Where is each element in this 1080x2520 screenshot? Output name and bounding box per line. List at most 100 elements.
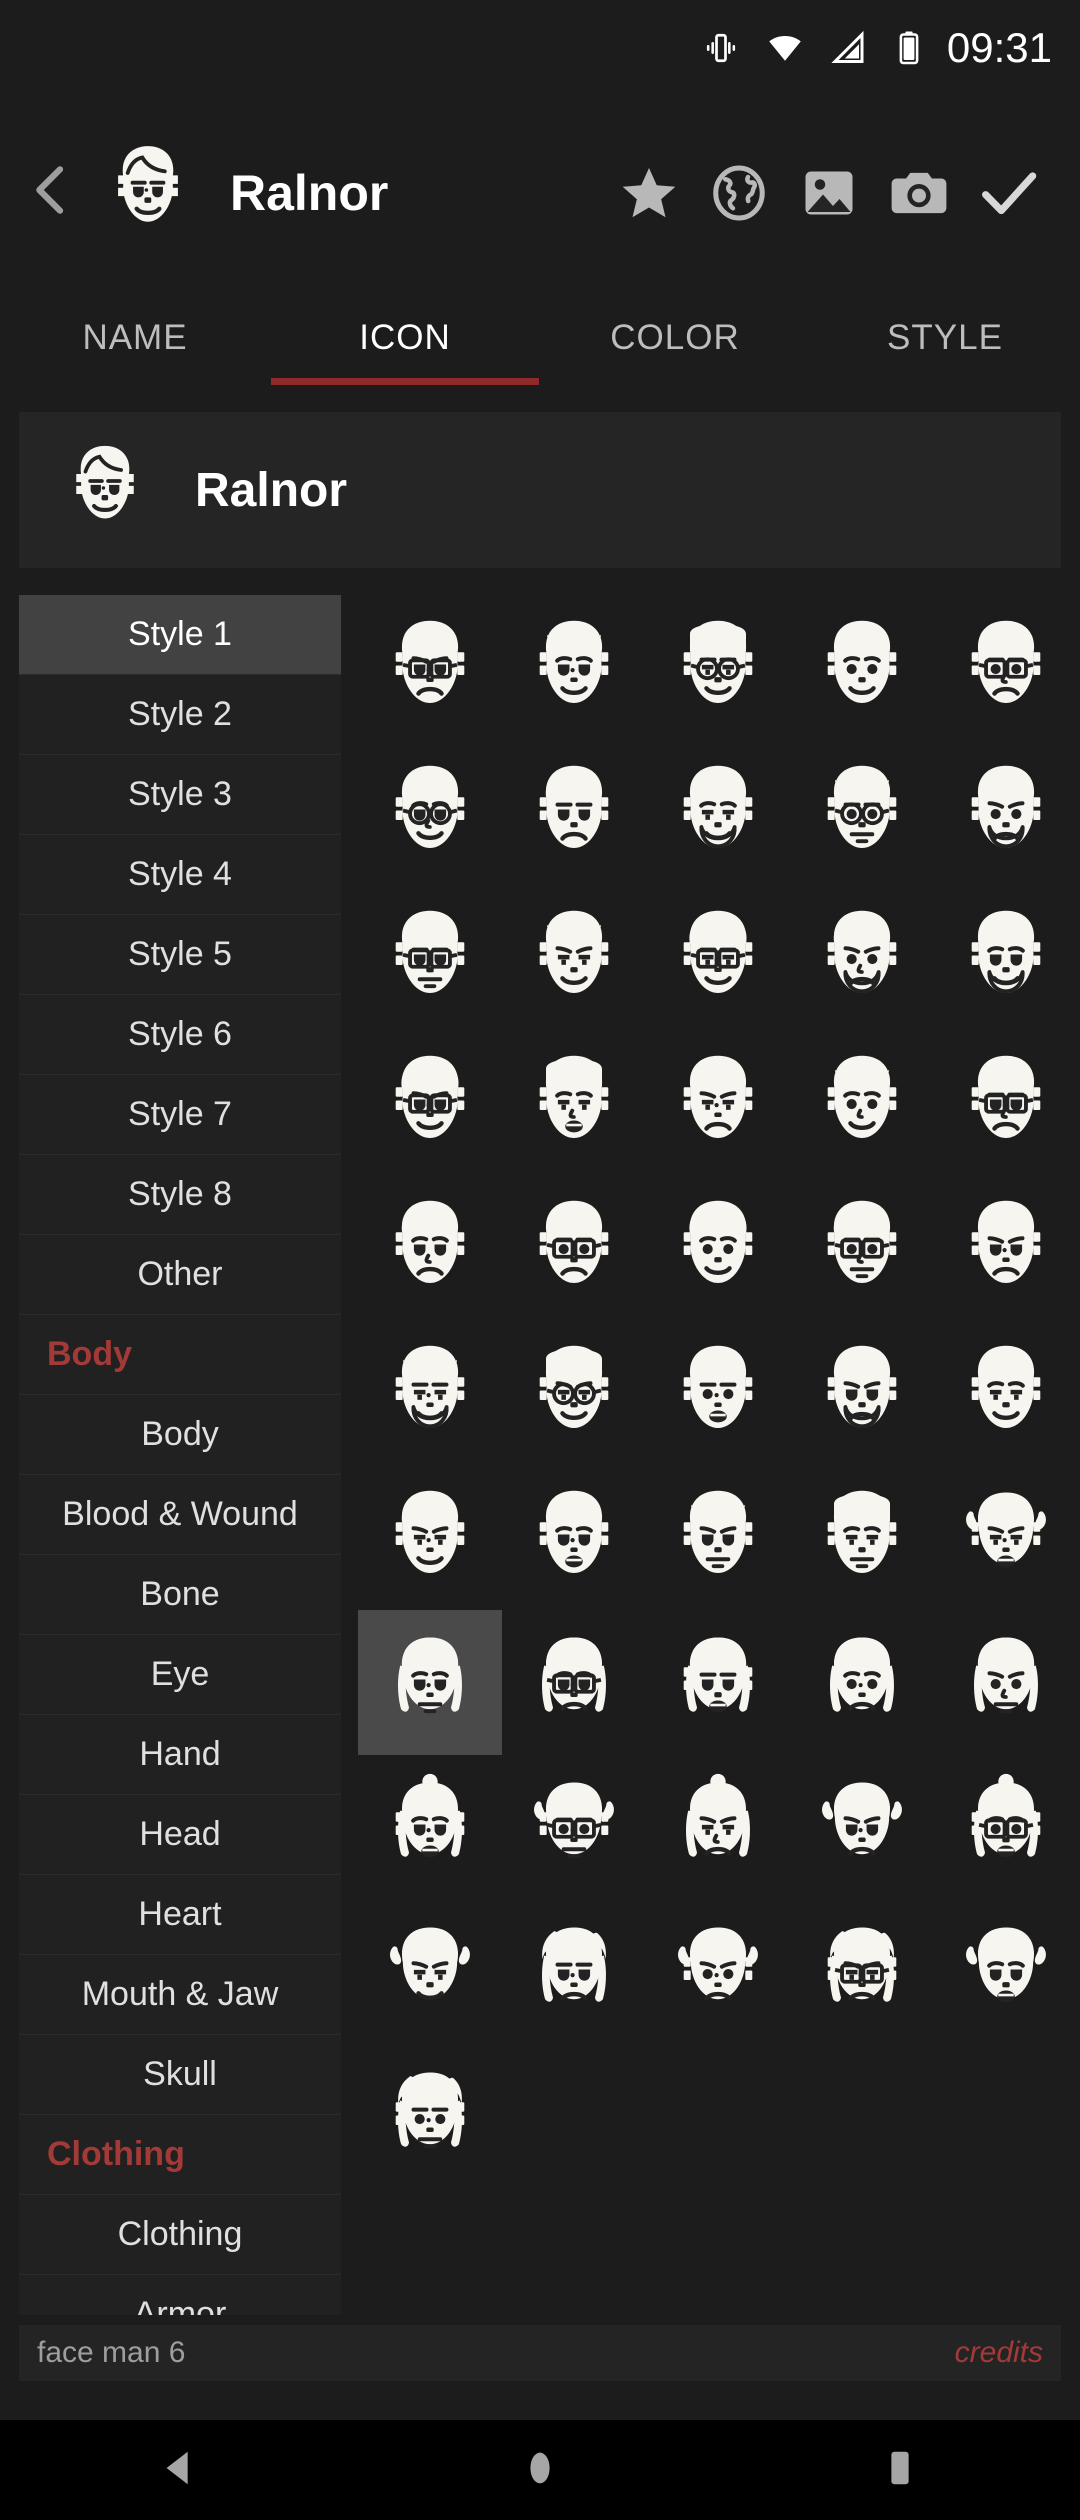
icon-cell-face-man-6b-icon[interactable] xyxy=(358,740,502,885)
sidebar-item-style-3[interactable]: Style 3 xyxy=(19,755,341,835)
icon-cell-face-woman-1-icon[interactable] xyxy=(934,1465,1078,1610)
sidebar-item-style-6[interactable]: Style 6 xyxy=(19,995,341,1075)
credits-link[interactable]: credits xyxy=(955,2336,1043,2370)
icon-cell-face-woman-3-icon[interactable] xyxy=(502,1610,646,1755)
tab-color[interactable]: COLOR xyxy=(540,290,810,385)
sidebar-item-clothing[interactable]: Clothing xyxy=(19,2195,341,2275)
nav-recents-button[interactable] xyxy=(840,2420,960,2520)
icon-cell-face-man-30-icon[interactable] xyxy=(934,1320,1078,1465)
icon-cell-face-woman-4-icon[interactable] xyxy=(646,1610,790,1755)
app-screen: 09:31 Ralnor NAME ICON COLOR STYLE Ralno… xyxy=(0,0,1080,2520)
icon-cell-face-woman-8-icon[interactable] xyxy=(502,1755,646,1900)
icon-cell-face-man-6-icon[interactable] xyxy=(358,1465,502,1610)
sidebar-item-other[interactable]: Other xyxy=(19,1235,341,1315)
confirm-check-icon[interactable] xyxy=(964,148,1054,238)
favorite-star-icon[interactable] xyxy=(604,148,694,238)
sidebar-item-style-5[interactable]: Style 5 xyxy=(19,915,341,995)
icon-grid xyxy=(356,595,1080,2190)
icon-cell-face-man-24-icon[interactable] xyxy=(790,1175,934,1320)
tab-icon[interactable]: ICON xyxy=(270,290,540,385)
icon-cell-face-man-10-icon[interactable] xyxy=(934,740,1078,885)
sidebar-item-eye[interactable]: Eye xyxy=(19,1635,341,1715)
sidebar-item-style-4[interactable]: Style 4 xyxy=(19,835,341,915)
sidebar-item-style-1[interactable]: Style 1 xyxy=(19,595,341,675)
icon-cell-face-man-17-icon[interactable] xyxy=(502,1030,646,1175)
icon-cell-face-woman-5-icon[interactable] xyxy=(790,1610,934,1755)
sidebar-item-style-7[interactable]: Style 7 xyxy=(19,1075,341,1155)
icon-cell-face-man-21-icon[interactable] xyxy=(358,1175,502,1320)
icon-cell-face-woman-11-icon[interactable] xyxy=(934,1755,1078,1900)
globe-icon[interactable] xyxy=(694,148,784,238)
icon-cell-face-man-20-icon[interactable] xyxy=(934,1030,1078,1175)
icon-cell-face-man-33-icon[interactable] xyxy=(790,1465,934,1610)
icon-cell-face-woman-2-icon[interactable] xyxy=(358,1610,502,1755)
icon-grid-scroll[interactable] xyxy=(356,595,1080,2315)
signal-icon xyxy=(831,30,869,66)
sidebar-item-label: Clothing xyxy=(117,2215,243,2253)
icon-cell-face-man-18-icon[interactable] xyxy=(646,1030,790,1175)
icon-cell-face-woman-17-icon[interactable] xyxy=(358,2045,502,2190)
face-man-6-icon xyxy=(96,138,200,247)
sidebar-item-label: Style 8 xyxy=(128,1175,232,1213)
sidebar-item-heart[interactable]: Heart xyxy=(19,1875,341,1955)
app-bar-avatar[interactable] xyxy=(94,139,202,247)
sidebar-item-hand[interactable]: Hand xyxy=(19,1715,341,1795)
icon-cell-face-man-32-icon[interactable] xyxy=(646,1465,790,1610)
back-button[interactable] xyxy=(12,143,90,243)
category-sidebar[interactable]: Style 1 Style 2 Style 3 Style 4 Style 5 Style… xyxy=(19,595,341,2315)
icon-cell-face-woman-14-icon[interactable] xyxy=(646,1900,790,2045)
tab-name[interactable]: NAME xyxy=(0,290,270,385)
sidebar-item-blood-wound[interactable]: Blood & Wound xyxy=(19,1475,341,1555)
icon-cell-face-man-16-icon[interactable] xyxy=(358,1030,502,1175)
icon-cell-face-man-2-icon[interactable] xyxy=(502,595,646,740)
sidebar-item-body[interactable]: Body xyxy=(19,1395,341,1475)
icon-cell-face-man-28-icon[interactable] xyxy=(646,1320,790,1465)
icon-cell-face-man-8-icon[interactable] xyxy=(646,740,790,885)
nav-home-button[interactable] xyxy=(480,2420,600,2520)
icon-cell-face-man-5-icon[interactable] xyxy=(934,595,1078,740)
sidebar-item-label: Style 2 xyxy=(128,695,232,733)
icon-cell-face-man-1-icon[interactable] xyxy=(358,595,502,740)
sidebar-item-label: Armor xyxy=(133,2295,227,2315)
icon-cell-face-man-4-icon[interactable] xyxy=(790,595,934,740)
sidebar-item-style-8[interactable]: Style 8 xyxy=(19,1155,341,1235)
sidebar-item-skull[interactable]: Skull xyxy=(19,2035,341,2115)
icon-cell-face-man-13-icon[interactable] xyxy=(646,885,790,1030)
icon-cell-face-man-23-icon[interactable] xyxy=(646,1175,790,1320)
icon-cell-face-man-3-icon[interactable] xyxy=(646,595,790,740)
icon-cell-face-woman-12-icon[interactable] xyxy=(358,1900,502,2045)
icon-cell-face-man-11-icon[interactable] xyxy=(358,885,502,1030)
icon-cell-face-woman-15-icon[interactable] xyxy=(790,1900,934,2045)
icon-cell-face-woman-6-icon[interactable] xyxy=(934,1610,1078,1755)
icon-cell-face-man-14-icon[interactable] xyxy=(790,885,934,1030)
sidebar-item-label: Hand xyxy=(139,1735,221,1773)
icon-cell-face-man-31-icon[interactable] xyxy=(502,1465,646,1610)
icon-cell-face-man-12-icon[interactable] xyxy=(502,885,646,1030)
icon-cell-face-man-25-icon[interactable] xyxy=(934,1175,1078,1320)
icon-cell-face-woman-10-icon[interactable] xyxy=(790,1755,934,1900)
image-icon[interactable] xyxy=(784,148,874,238)
sidebar-item-head[interactable]: Head xyxy=(19,1795,341,1875)
icon-cell-face-woman-16-icon[interactable] xyxy=(934,1900,1078,2045)
sidebar-item-mouth-jaw[interactable]: Mouth & Jaw xyxy=(19,1955,341,2035)
icon-cell-face-woman-13-icon[interactable] xyxy=(502,1900,646,2045)
camera-icon[interactable] xyxy=(874,148,964,238)
icon-cell-face-man-15-icon[interactable] xyxy=(934,885,1078,1030)
icon-cell-face-man-26-icon[interactable] xyxy=(358,1320,502,1465)
sidebar-item-style-2[interactable]: Style 2 xyxy=(19,675,341,755)
tab-style[interactable]: STYLE xyxy=(810,290,1080,385)
icon-cell-face-man-19-icon[interactable] xyxy=(790,1030,934,1175)
icon-cell-face-man-7-icon[interactable] xyxy=(502,740,646,885)
icon-cell-face-woman-7-icon[interactable] xyxy=(358,1755,502,1900)
nav-back-button[interactable] xyxy=(120,2420,240,2520)
icon-cell-face-man-29-icon[interactable] xyxy=(790,1320,934,1465)
sidebar-item-label: Style 6 xyxy=(128,1015,232,1053)
character-card[interactable]: Ralnor xyxy=(19,412,1061,568)
sidebar-item-bone[interactable]: Bone xyxy=(19,1555,341,1635)
nav-recents-icon xyxy=(877,2445,923,2496)
icon-cell-face-man-22-icon[interactable] xyxy=(502,1175,646,1320)
icon-cell-face-woman-9-icon[interactable] xyxy=(646,1755,790,1900)
icon-cell-face-man-27-icon[interactable] xyxy=(502,1320,646,1465)
icon-cell-face-man-9-icon[interactable] xyxy=(790,740,934,885)
sidebar-item-armor[interactable]: Armor xyxy=(19,2275,341,2315)
